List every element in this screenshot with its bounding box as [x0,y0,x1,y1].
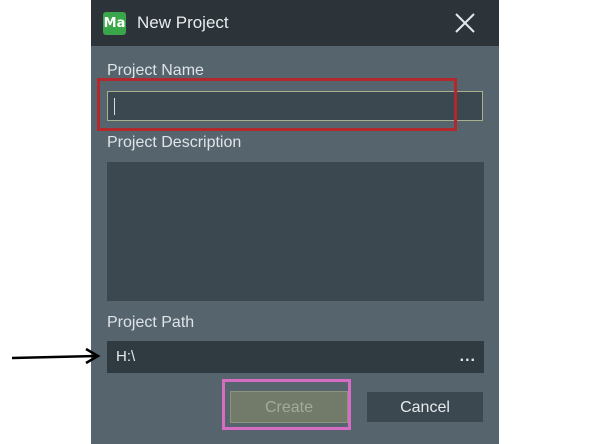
highlight-create-button [222,379,351,430]
project-description-label: Project Description [107,134,242,151]
close-button[interactable] [451,9,479,37]
project-path-field[interactable]: H:\ ... [107,341,484,373]
arrow-right-icon [11,347,101,365]
new-project-dialog: Ma New Project Project Name Project Desc… [91,0,499,444]
highlight-project-name [97,78,457,131]
dialog-title: New Project [137,13,229,32]
app-logo: Ma [103,12,126,35]
browse-button[interactable]: ... [460,348,476,366]
project-description-input[interactable] [107,162,484,301]
project-path-label: Project Path [107,314,195,331]
cancel-button[interactable]: Cancel [366,391,484,423]
project-path-value: H:\ [116,348,136,365]
close-icon [455,13,475,33]
title-bar: Ma New Project [91,0,499,46]
